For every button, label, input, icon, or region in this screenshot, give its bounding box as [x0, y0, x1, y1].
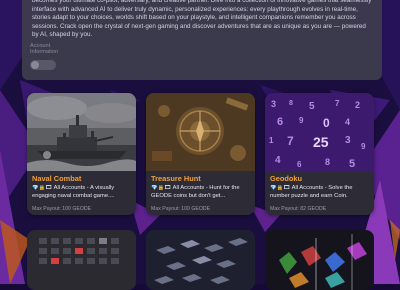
- access-icons: 💎🔒🎞: [32, 185, 53, 191]
- game-description: 💎🔒🎞 All Accounts - Solve the number puzz…: [270, 185, 370, 200]
- svg-text:5: 5: [349, 158, 355, 170]
- max-payout: Max Payout: 82 GEODE: [270, 206, 327, 212]
- svg-text:8: 8: [289, 100, 293, 107]
- toggle-knob: [31, 61, 39, 69]
- svg-text:0: 0: [323, 116, 330, 130]
- max-payout: Max Payout: 100 GEODE: [151, 206, 211, 212]
- access-icons: 💎🔒🎞: [151, 185, 172, 191]
- svg-text:3: 3: [271, 99, 276, 109]
- svg-text:1: 1: [269, 136, 274, 145]
- svg-text:7: 7: [335, 99, 340, 108]
- geodoku-thumbnail: 3 8 5 7 2 6 9 0 4 1 7 25 3 9 4 6 8 5: [265, 93, 374, 171]
- game-title: Geodoku: [270, 174, 303, 183]
- game-card-gems[interactable]: [265, 230, 374, 290]
- svg-text:9: 9: [361, 142, 366, 151]
- game-card-blocks[interactable]: [146, 230, 255, 290]
- max-payout: Max Payout: 100 GEODE: [32, 206, 92, 212]
- intro-panel: becomes your ultimate co-pilot, adversar…: [22, 0, 382, 80]
- access-icons: 💎🔒🎞: [270, 185, 291, 191]
- treasure-hunt-thumbnail: [146, 93, 255, 171]
- game-description: 💎🔒🎞 All Accounts - A visually engaging n…: [32, 185, 132, 200]
- svg-text:4: 4: [275, 155, 281, 166]
- svg-text:8: 8: [325, 157, 330, 167]
- svg-text:5: 5: [309, 101, 315, 112]
- game-card-grid-board[interactable]: [27, 230, 136, 290]
- intro-description: becomes your ultimate co-pilot, adversar…: [32, 0, 372, 39]
- svg-text:25: 25: [313, 134, 329, 150]
- game-card-geodoku[interactable]: 3 8 5 7 2 6 9 0 4 1 7 25 3 9 4 6 8 5 Geo…: [265, 93, 374, 215]
- svg-text:7: 7: [287, 134, 294, 148]
- game-title: Naval Combat: [32, 174, 82, 183]
- game-card-naval-combat[interactable]: Naval Combat 💎🔒🎞 All Accounts - A visual…: [27, 93, 136, 215]
- naval-combat-thumbnail: [27, 93, 136, 171]
- svg-text:6: 6: [297, 160, 302, 169]
- svg-text:6: 6: [277, 116, 283, 128]
- svg-text:2: 2: [355, 100, 360, 110]
- svg-text:4: 4: [345, 117, 350, 127]
- game-card-treasure-hunt[interactable]: Treasure Hunt 💎🔒🎞 All Accounts - Hunt fo…: [146, 93, 255, 215]
- svg-text:3: 3: [345, 135, 351, 146]
- svg-text:9: 9: [299, 116, 304, 125]
- account-information-label: Account Information: [30, 43, 58, 56]
- game-description: 💎🔒🎞 All Accounts - Hunt for the GEODE co…: [151, 185, 251, 200]
- game-title: Treasure Hunt: [151, 174, 201, 183]
- account-information-toggle[interactable]: [30, 60, 56, 70]
